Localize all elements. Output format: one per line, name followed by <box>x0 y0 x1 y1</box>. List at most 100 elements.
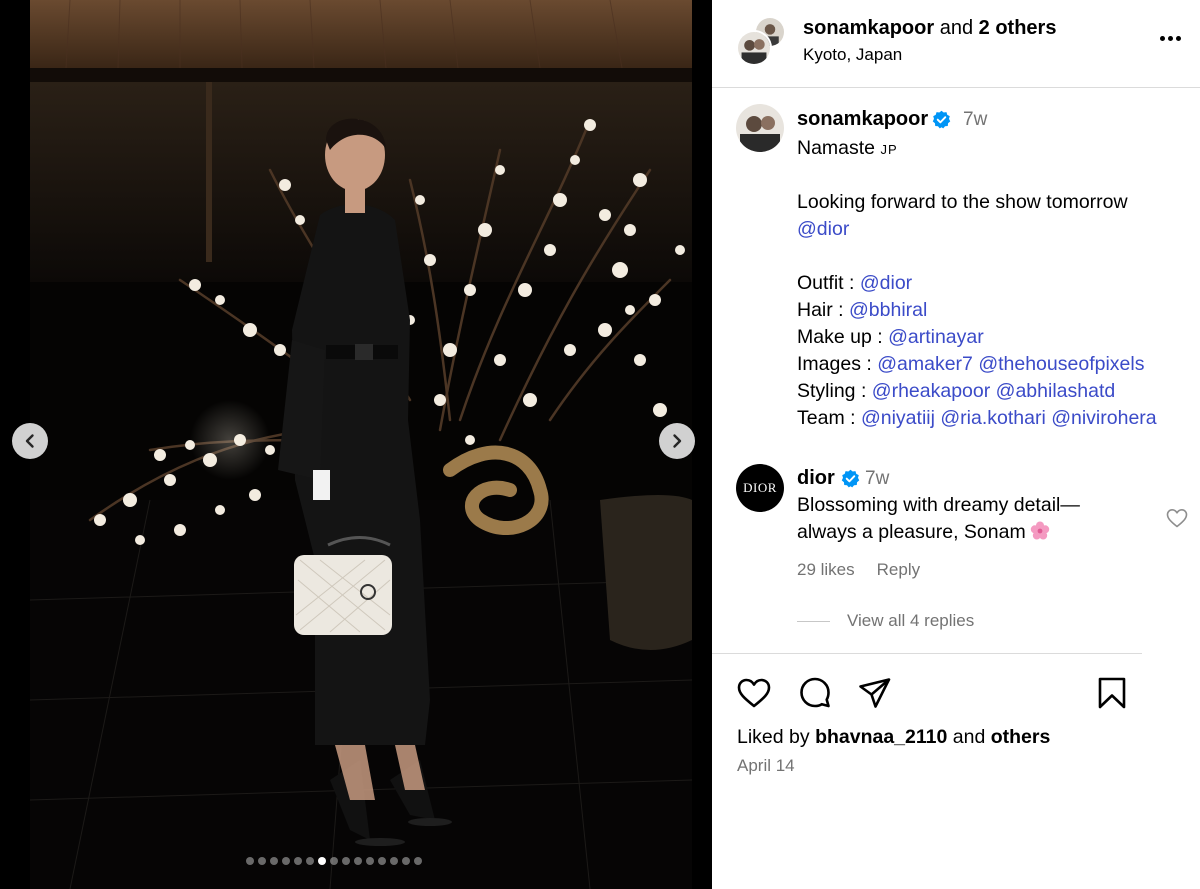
mention-link[interactable]: @dior <box>797 218 849 240</box>
chevron-right-icon <box>673 434 682 448</box>
mention-link[interactable]: @dior <box>860 272 912 294</box>
comment-meta: 29 likes Reply <box>797 560 920 580</box>
comment-text: Blossoming with dreamy detail— always a … <box>797 492 1157 546</box>
photo-illustration <box>30 0 692 889</box>
divider <box>712 653 1142 654</box>
view-replies-button[interactable]: View all 4 replies <box>797 611 974 631</box>
liked-by: Liked by bhavnaa_2110 and others <box>737 726 1050 749</box>
caption-username[interactable]: sonamkapoor <box>797 108 928 131</box>
mention-link[interactable]: @amaker7 <box>877 353 973 375</box>
caption-timestamp[interactable]: 7w <box>963 109 987 131</box>
liked-by-others[interactable]: others <box>991 726 1051 748</box>
credit-styling: Styling : @rheakapoor @abhilashatd <box>797 378 1192 405</box>
verified-badge-icon <box>932 110 951 129</box>
send-icon <box>859 678 891 708</box>
share-button[interactable] <box>857 675 893 711</box>
credit-label: Team : <box>797 407 856 429</box>
carousel-dot <box>306 857 314 865</box>
mention-link[interactable]: @rheakapoor <box>872 380 990 402</box>
mention-link[interactable]: @abhilashatd <box>996 380 1116 402</box>
post-media <box>0 0 712 889</box>
heart-icon <box>737 678 771 708</box>
post-photo[interactable] <box>30 0 692 889</box>
carousel-dot <box>378 857 386 865</box>
more-dot <box>1176 35 1181 41</box>
cherry-blossom-icon <box>1030 521 1049 540</box>
credit-label: Styling : <box>797 380 867 402</box>
credit-images: Images : @amaker7 @thehouseofpixels <box>797 351 1192 378</box>
previous-slide-button[interactable] <box>12 423 48 459</box>
credit-makeup: Make up : @artinayar <box>797 324 1192 351</box>
carousel-dot <box>330 857 338 865</box>
save-button[interactable] <box>1094 675 1130 711</box>
collab-avatars[interactable] <box>736 16 786 66</box>
carousel-dot <box>246 857 254 865</box>
verified-badge-icon <box>841 469 860 488</box>
more-horizontal-icon <box>1160 35 1165 41</box>
caption-line: Looking forward to the show tomorrow <box>797 191 1128 213</box>
comment-timestamp[interactable]: 7w <box>865 468 889 490</box>
avatar[interactable] <box>736 104 784 152</box>
post-side-panel: sonamkapoor and 2 others Kyoto, Japan so… <box>712 0 1200 889</box>
caption-line: @dior <box>797 216 1192 243</box>
credit-outfit: Outfit : @dior <box>797 270 1192 297</box>
mention-link[interactable]: @ria.kothari <box>940 407 1045 429</box>
liked-by-user[interactable]: bhavnaa_2110 <box>815 726 947 748</box>
comment-button[interactable] <box>797 675 833 711</box>
comment-likes-count[interactable]: 29 likes <box>797 560 855 580</box>
caption-text: Namaste JP Looking forward to the show t… <box>797 135 1192 432</box>
authors-others[interactable]: 2 others <box>979 17 1057 39</box>
carousel-dot <box>258 857 266 865</box>
comment-username[interactable]: dior <box>797 467 835 490</box>
mention-link[interactable]: @niyatiij <box>861 407 935 429</box>
comment-line-text: always a pleasure, Sonam <box>797 521 1026 543</box>
more-options-button[interactable] <box>1160 28 1186 48</box>
post-date[interactable]: April 14 <box>737 756 795 776</box>
credit-label: Images : <box>797 353 872 375</box>
mention-link[interactable]: @bbhiral <box>849 299 927 321</box>
post-authors: sonamkapoor and 2 others <box>803 17 1056 40</box>
japan-flag-icon: JP <box>880 142 898 157</box>
next-slide-button[interactable] <box>659 423 695 459</box>
carousel-dot <box>402 857 410 865</box>
carousel-dot <box>414 857 422 865</box>
chevron-left-icon <box>25 434 34 448</box>
like-button[interactable] <box>736 675 772 711</box>
commenter-avatar[interactable]: DIOR <box>736 464 784 512</box>
caption-greeting: Namaste <box>797 137 876 159</box>
carousel-dot <box>390 857 398 865</box>
mention-link[interactable]: @thehouseofpixels <box>978 353 1144 375</box>
credit-label: Outfit : <box>797 272 855 294</box>
post-location[interactable]: Kyoto, Japan <box>803 45 902 65</box>
credit-label: Hair : <box>797 299 844 321</box>
carousel-dot <box>270 857 278 865</box>
post-actions <box>736 675 1180 711</box>
liked-by-prefix: Liked by <box>737 726 810 748</box>
carousel-dot <box>366 857 374 865</box>
more-dot <box>1168 35 1173 41</box>
carousel-dot <box>354 857 362 865</box>
carousel-dot <box>294 857 302 865</box>
carousel-dot <box>342 857 350 865</box>
post-header: sonamkapoor and 2 others Kyoto, Japan <box>712 0 1200 88</box>
caption-line: Namaste JP <box>797 135 1192 162</box>
reply-button[interactable]: Reply <box>877 560 920 580</box>
mention-link[interactable]: @artinayar <box>888 326 984 348</box>
carousel-dot <box>282 857 290 865</box>
author-username[interactable]: sonamkapoor <box>803 17 934 39</box>
credit-label: Make up : <box>797 326 883 348</box>
mention-link[interactable]: @nivirohera <box>1051 407 1156 429</box>
credit-hair: Hair : @bbhiral <box>797 297 1192 324</box>
liked-by-joiner: and <box>952 726 986 748</box>
comment-like-button[interactable] <box>1165 506 1189 530</box>
comment-icon <box>800 677 830 708</box>
replies-line <box>797 620 830 622</box>
avatar <box>736 30 772 66</box>
view-replies-label: View all 4 replies <box>847 611 975 630</box>
bookmark-icon <box>1098 677 1126 709</box>
authors-joiner: and <box>939 17 974 39</box>
comment-line: Blossoming with dreamy detail— <box>797 494 1080 516</box>
carousel-indicator <box>246 857 422 865</box>
